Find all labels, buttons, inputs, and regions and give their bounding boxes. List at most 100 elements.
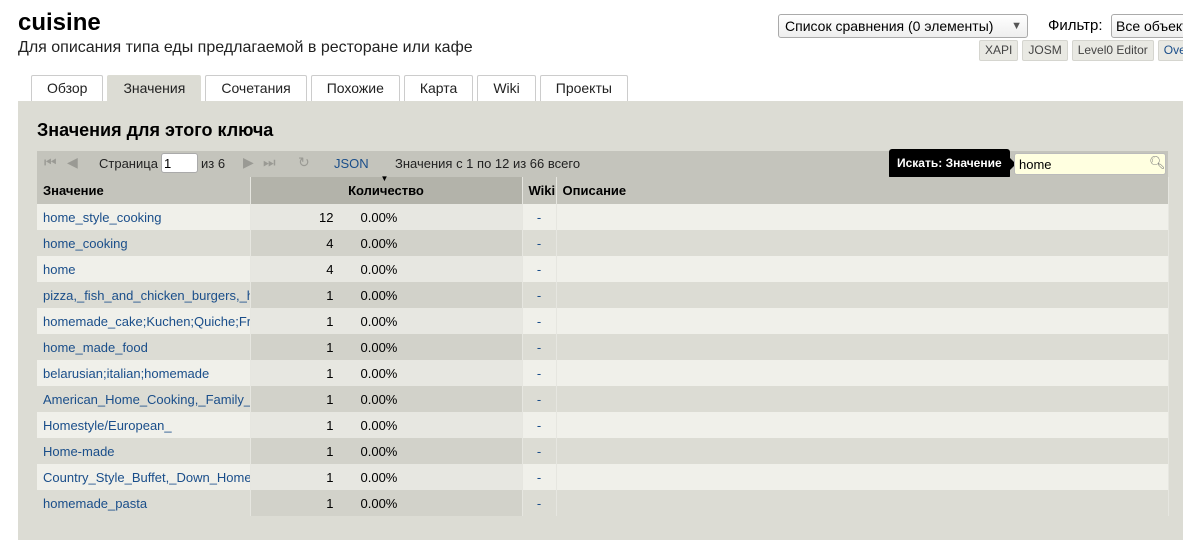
josm-button[interactable]: JOSM <box>1022 40 1068 61</box>
tab-map[interactable]: Карта <box>403 75 474 101</box>
filter-select[interactable]: Все объекты <box>1111 14 1183 38</box>
search-icon: 🔍︎ <box>1149 155 1166 170</box>
column-header-wiki[interactable]: Wiki <box>522 177 557 204</box>
value-link[interactable]: Homestyle/European_ <box>43 418 172 433</box>
last-page-icon[interactable]: ⏭ <box>263 154 276 171</box>
table-row: homemade_pasta 1 0.00% - <box>37 490 1169 516</box>
column-header-description[interactable]: Описание <box>556 177 1169 204</box>
value-cell: homemade_cake;Kuchen;Quiche;Fr <box>37 308 251 334</box>
count-number: 1 <box>326 495 334 511</box>
count-number: 1 <box>326 469 334 485</box>
description-cell <box>556 464 1169 490</box>
range-text: Значения с 1 по 12 из 66 всего <box>395 156 581 171</box>
column-header-value[interactable]: Значение <box>37 177 251 204</box>
count-number: 12 <box>319 209 334 225</box>
page-count-label: из 6 <box>201 156 226 171</box>
wiki-cell[interactable]: - <box>522 360 557 386</box>
description-cell <box>556 490 1169 516</box>
table-row: belarusian;italian;homemade 1 0.00% - <box>37 360 1169 386</box>
description-cell <box>556 334 1169 360</box>
tab-combinations[interactable]: Сочетания <box>205 75 307 101</box>
values-panel: Значения для этого ключа ⏮ ◀ Страница из… <box>18 101 1183 540</box>
values-table: Значение ▼ Количество Wiki Описание home_… <box>37 174 1169 516</box>
overpass-button[interactable]: Overpass <box>1157 40 1183 61</box>
refresh-icon[interactable]: ↻ <box>298 154 310 171</box>
wiki-cell[interactable]: - <box>522 412 557 438</box>
key-description: Для описания типа еды предлагаемой в рес… <box>18 39 473 56</box>
value-link[interactable]: home <box>43 262 76 277</box>
json-link[interactable]: JSON <box>334 156 369 171</box>
wiki-cell[interactable]: - <box>522 490 557 516</box>
description-cell <box>556 360 1169 386</box>
count-cell: 1 0.00% <box>250 412 523 438</box>
count-number: 4 <box>326 261 334 277</box>
filter-label: Фильтр: <box>1048 17 1103 34</box>
table-row: home_style_cooking 12 0.00% - <box>37 204 1169 230</box>
count-cell: 12 0.00% <box>250 204 523 230</box>
value-link[interactable]: home_style_cooking <box>43 210 162 225</box>
value-link[interactable]: belarusian;italian;homemade <box>43 366 209 381</box>
wiki-cell[interactable]: - <box>522 256 557 282</box>
value-cell: home_style_cooking <box>37 204 251 230</box>
column-header-count[interactable]: ▼ Количество <box>250 174 523 204</box>
count-percent: 0.00% <box>360 391 398 407</box>
count-number: 1 <box>326 313 334 329</box>
table-body: home_style_cooking 12 0.00% - home_cooking 4 0… <box>37 204 1169 516</box>
description-cell <box>556 282 1169 308</box>
value-link[interactable]: home_made_food <box>43 340 148 355</box>
value-cell: Home-made <box>37 438 251 464</box>
count-cell: 1 0.00% <box>250 386 523 412</box>
first-page-icon[interactable]: ⏮ <box>44 154 57 171</box>
value-link[interactable]: home_cooking <box>43 236 128 251</box>
value-cell: homemade_pasta <box>37 490 251 516</box>
value-link[interactable]: pizza,_fish_and_chicken_burgers,_h <box>43 288 249 303</box>
value-link[interactable]: homemade_pasta <box>43 496 147 511</box>
search-input[interactable] <box>1014 153 1166 175</box>
tab-overview[interactable]: Обзор <box>31 75 104 101</box>
wiki-cell[interactable]: - <box>522 438 557 464</box>
tab-wiki[interactable]: Wiki <box>477 75 536 101</box>
table-row: pizza,_fish_and_chicken_burgers,_h 1 0.00%… <box>37 282 1169 308</box>
wiki-cell[interactable]: - <box>522 464 557 490</box>
page-input[interactable] <box>161 153 198 173</box>
tab-values[interactable]: Значения <box>107 75 202 101</box>
editor-buttons: XAPI JOSM Level0 Editor Overpass <box>979 40 1183 61</box>
description-cell <box>556 256 1169 282</box>
count-number: 1 <box>326 339 334 355</box>
panel-title: Значения для этого ключа <box>37 120 274 140</box>
value-link[interactable]: Country_Style_Buffet,_Down_Home <box>43 470 249 485</box>
prev-page-icon[interactable]: ◀ <box>67 154 78 171</box>
chevron-down-icon: ▼ <box>1011 20 1022 32</box>
count-cell: 1 0.00% <box>250 438 523 464</box>
compare-list-select[interactable]: Список сравнения (0 элементы) ▼ <box>778 14 1028 38</box>
count-cell: 1 0.00% <box>250 334 523 360</box>
value-link[interactable]: Home-made <box>43 444 115 459</box>
value-cell: Country_Style_Buffet,_Down_Home <box>37 464 251 490</box>
count-percent: 0.00% <box>360 469 398 485</box>
wiki-cell[interactable]: - <box>522 230 557 256</box>
count-percent: 0.00% <box>360 287 398 303</box>
wiki-cell[interactable]: - <box>522 282 557 308</box>
level0-editor-button[interactable]: Level0 Editor <box>1071 40 1154 61</box>
value-link[interactable]: homemade_cake;Kuchen;Quiche;Fr <box>43 314 249 329</box>
count-percent: 0.00% <box>360 443 398 459</box>
count-cell: 4 0.00% <box>250 230 523 256</box>
count-number: 1 <box>326 417 334 433</box>
wiki-cell[interactable]: - <box>522 308 557 334</box>
table-row: homemade_cake;Kuchen;Quiche;Fr 1 0.00% - <box>37 308 1169 334</box>
count-percent: 0.00% <box>360 209 398 225</box>
next-page-icon[interactable]: ▶ <box>243 154 254 171</box>
description-cell <box>556 412 1169 438</box>
wiki-cell[interactable]: - <box>522 334 557 360</box>
description-cell <box>556 308 1169 334</box>
value-link[interactable]: American_Home_Cooking,_Family_ <box>43 392 249 407</box>
wiki-cell[interactable]: - <box>522 204 557 230</box>
xapi-button[interactable]: XAPI <box>979 40 1019 61</box>
table-row: home_cooking 4 0.00% - <box>37 230 1169 256</box>
count-number: 1 <box>326 365 334 381</box>
column-header-count-label: Количество <box>348 183 424 198</box>
table-row: American_Home_Cooking,_Family_ 1 0.00% - <box>37 386 1169 412</box>
tab-projects[interactable]: Проекты <box>539 75 628 101</box>
wiki-cell[interactable]: - <box>522 386 557 412</box>
tab-similar[interactable]: Похожие <box>310 75 400 101</box>
